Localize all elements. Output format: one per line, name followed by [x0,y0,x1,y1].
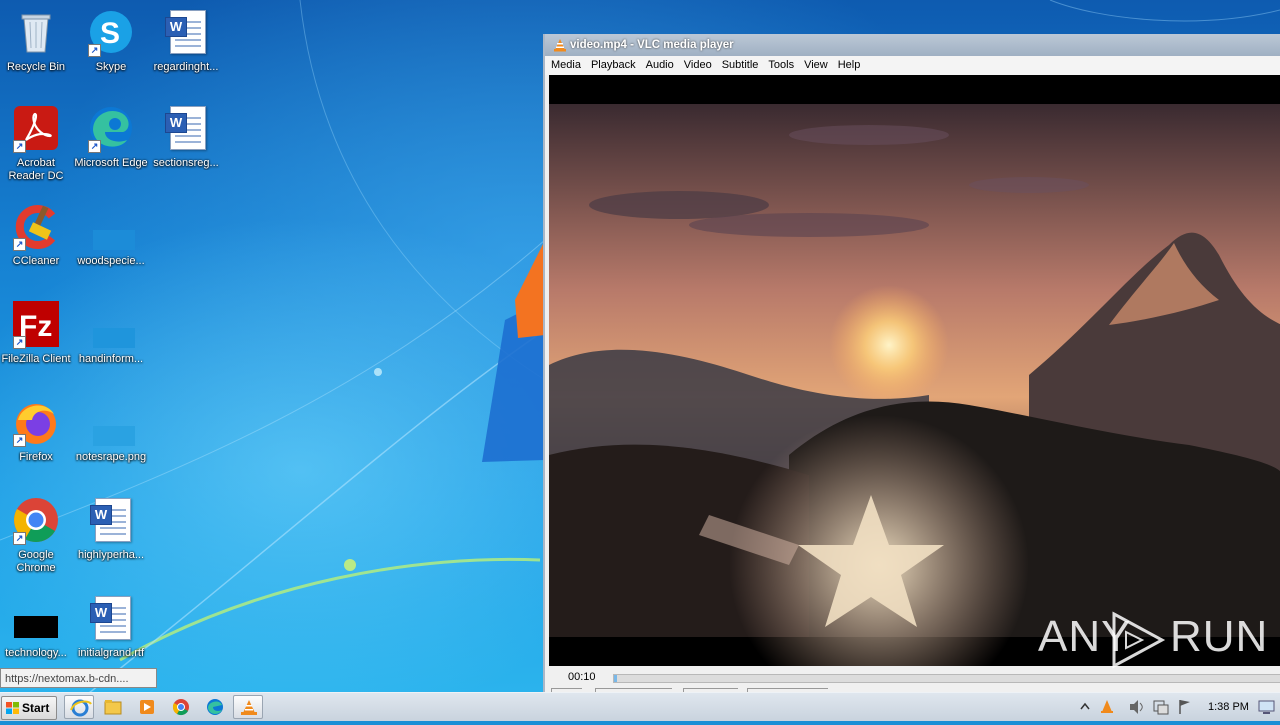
vlc-menu-bar: Media Playback Audio Video Subtitle Tools View… [545,56,1280,75]
desktop-icon-notesrape[interactable]: notesrape.png [73,398,149,464]
menu-video[interactable]: Video [680,56,716,75]
taskbar: Start 1:38 PM [0,692,1280,721]
play-triangle-icon [1112,611,1166,669]
start-button[interactable]: Start [1,696,57,720]
desktop-icon-label: sectionsreg... [153,157,219,169]
word-document-icon: W [87,496,135,544]
desktop-icon-label: technology... [5,647,67,659]
skype-icon: S ↗ [87,8,135,57]
folder-icon [104,700,122,715]
taskbar-explorer[interactable] [98,695,128,719]
vlc-cone-icon [554,39,566,52]
taskbar-chrome[interactable] [166,695,196,719]
shortcut-arrow-icon: ↗ [13,238,26,251]
desktop-icon-label: woodspecie... [77,255,145,267]
edge-icon: ↗ [87,104,135,153]
desktop-icon-highlyperha[interactable]: W highlyperha... [73,496,149,562]
vlc-window[interactable]: video.mp4 - VLC media player Media Playba… [543,34,1280,715]
vlc-window-title: video.mp4 - VLC media player [570,39,734,51]
desktop-icon-label: handinform... [78,353,144,365]
vlc-title-bar[interactable]: video.mp4 - VLC media player [545,34,1280,56]
firefox-icon: ↗ [12,398,60,447]
desktop-icon-handinform[interactable]: handinform... [73,300,149,366]
desktop-icon-label: Recycle Bin [6,61,66,73]
edge-icon [207,699,223,715]
shortcut-arrow-icon: ↗ [13,140,26,153]
shortcut-arrow-icon: ↗ [88,44,101,57]
shortcut-arrow-icon: ↗ [13,336,26,349]
taskbar-clock: 1:38 PM [1208,701,1249,713]
menu-view[interactable]: View [800,56,832,75]
seek-progress [614,675,617,682]
desktop-icon-label: notesrape.png [75,451,147,463]
word-document-icon: W [87,594,135,642]
desktop-icon-sectionsreg[interactable]: W sectionsreg... [148,104,224,170]
media-player-icon [140,700,154,714]
shortcut-arrow-icon: ↗ [13,532,26,545]
taskbar-edge[interactable] [200,695,230,719]
menu-playback[interactable]: Playback [587,56,640,75]
status-url-tooltip: https://nextomax.b-cdn.... [0,668,157,688]
recycle-bin-icon [12,8,60,56]
system-tray [1080,700,1190,715]
menu-tools[interactable]: Tools [764,56,798,75]
desktop-icon-woodspecie[interactable]: woodspecie... [73,202,149,268]
menu-subtitle[interactable]: Subtitle [718,56,763,75]
chrome-icon [172,699,189,716]
desktop-icon-label: Skype [95,61,127,73]
show-desktop-icon[interactable] [1258,699,1276,715]
desktop-icon-label: Microsoft Edge [74,157,148,169]
shortcut-arrow-icon: ↗ [13,434,26,447]
vlc-controls: 00:10 [545,666,1280,693]
desktop-icon-recycle-bin[interactable]: Recycle Bin [0,8,74,74]
internet-explorer-icon [70,699,92,717]
video-frame [549,75,1280,715]
file-thumbnail-icon [87,300,135,348]
desktop-icon-regardinght[interactable]: W regardinght... [148,8,224,74]
desktop-icon-label: CCleaner [12,255,60,267]
taskbar-ie[interactable] [64,695,94,719]
taskbar-vlc[interactable] [233,695,263,719]
desktop-icon-initialgrand[interactable]: W initialgrand.rtf [73,594,149,660]
desktop-icon-label: FileZilla Client [1,353,71,365]
word-document-icon: W [162,104,210,152]
desktop-icon-filezilla[interactable]: Fz ↗ FileZilla Client [0,300,74,366]
desktop-icon-label: initialgrand.rtf [77,647,145,659]
menu-help[interactable]: Help [834,56,865,75]
start-label: Start [22,701,50,715]
svg-text:S: S [100,17,120,50]
shortcut-arrow-icon: ↗ [88,140,101,153]
ccleaner-icon: ↗ [12,202,60,251]
desktop-icon-label: Google Chrome [16,549,56,574]
desktop-icon-label: Acrobat Reader DC [8,157,64,182]
desktop-icon-acrobat[interactable]: ↗ Acrobat Reader DC [0,104,74,183]
video-area[interactable] [549,75,1280,715]
filezilla-icon: Fz ↗ [12,300,60,349]
file-thumbnail-icon [12,594,60,642]
desktop-icon-ccleaner[interactable]: ↗ CCleaner [0,202,74,268]
acrobat-icon: ↗ [12,104,60,153]
taskbar-media[interactable] [132,695,162,719]
desktop-icon-firefox[interactable]: ↗ Firefox [0,398,74,464]
menu-media[interactable]: Media [547,56,585,75]
desktop-icon-label: regardinght... [153,61,219,73]
desktop-icon-chrome[interactable]: ↗ Google Chrome [0,496,74,575]
watermark-run: RUN [1170,612,1269,661]
chrome-icon: ↗ [12,496,60,545]
image-file-icon [87,398,135,446]
desktop-icon-label: highlyperha... [77,549,145,561]
desktop-icon-technology[interactable]: technology... [0,594,74,660]
desktop-icon-skype[interactable]: S ↗ Skype [73,8,149,74]
vlc-cone-icon [241,700,257,715]
word-document-icon: W [162,8,210,56]
desktop-icon-label: Firefox [19,451,53,463]
seek-bar[interactable] [613,674,1280,683]
file-thumbnail-icon [87,202,135,250]
menu-audio[interactable]: Audio [642,56,678,75]
desktop-icon-edge[interactable]: ↗ Microsoft Edge [73,104,149,170]
elapsed-time: 00:10 [568,671,596,683]
windows-logo-icon [6,702,19,714]
